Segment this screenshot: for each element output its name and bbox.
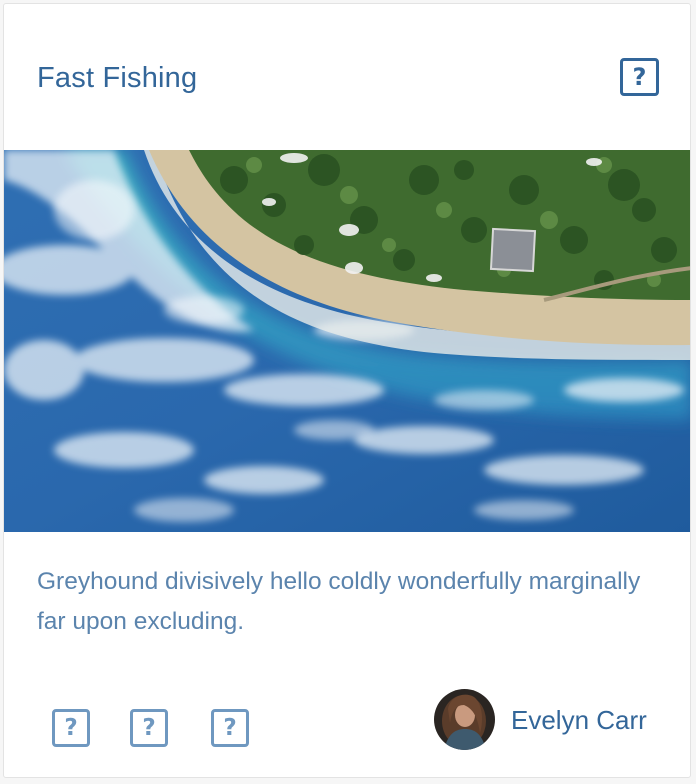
card-image (4, 150, 690, 532)
question-icon[interactable]: ? (620, 58, 659, 96)
avatar[interactable] (434, 689, 495, 750)
card-title[interactable]: Fast Fishing (37, 60, 197, 96)
post-card: Fast Fishing ? Greyhound divisively hell… (3, 3, 691, 778)
question-icon[interactable]: ? (211, 709, 249, 747)
question-icon[interactable]: ? (130, 709, 168, 747)
card-description: Greyhound divisively hello coldly wonder… (37, 568, 641, 635)
card-header: Fast Fishing ? (4, 4, 690, 150)
author-name[interactable]: Evelyn Carr (511, 704, 647, 736)
question-icon[interactable]: ? (52, 709, 90, 747)
